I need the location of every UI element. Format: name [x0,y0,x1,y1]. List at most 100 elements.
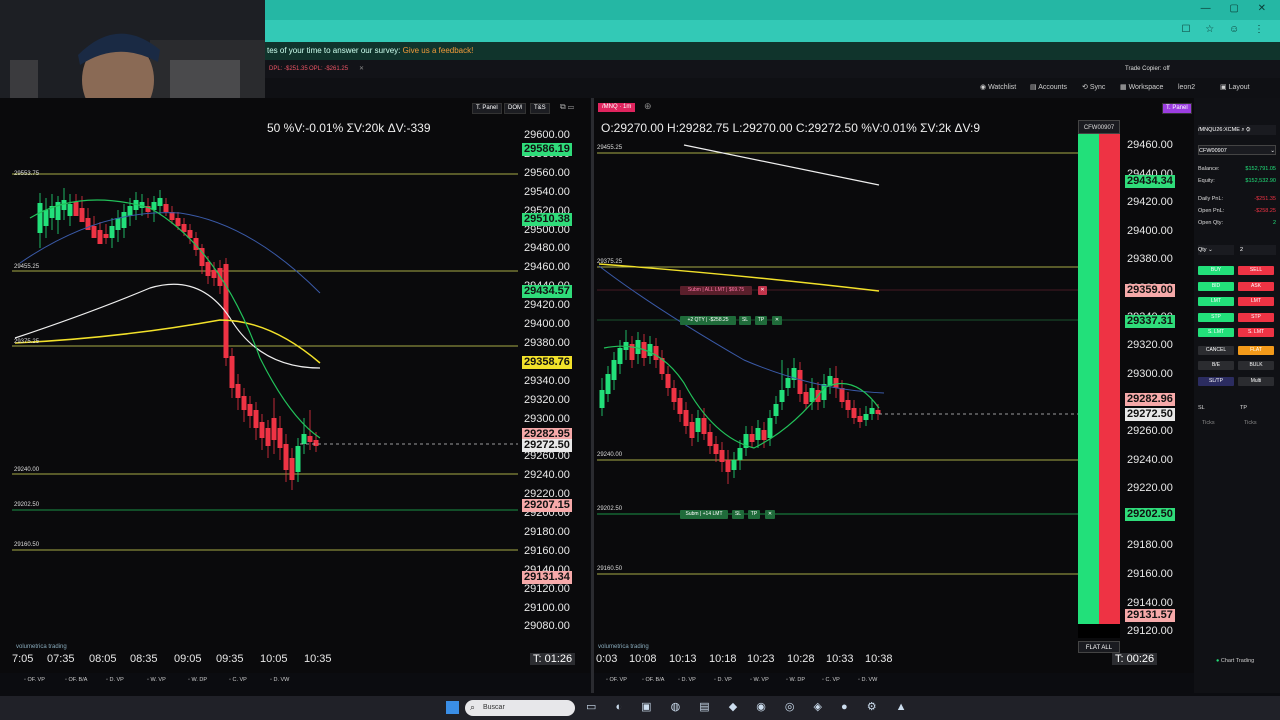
right-label-p5: 29272.50 [1125,408,1175,421]
left-price-chart[interactable] [0,98,590,673]
left-time-tick: 7:05 [12,653,34,665]
nav-sync[interactable]: ⟲ Sync [1082,78,1105,98]
nav-workspace[interactable]: ▦ Workspace [1120,78,1163,98]
trade-button-lmt[interactable]: LMT [1198,297,1234,306]
trade-button-buy[interactable]: BUY [1198,266,1234,275]
trade-button-stp[interactable]: STP [1198,312,1234,322]
right-indicator-toggle[interactable]: ◦ D. VP [678,677,696,683]
right-indicator-toggle[interactable]: ◦ W. VP [750,677,769,683]
qty-input[interactable]: 2 [1240,245,1276,255]
trade-button-ask[interactable]: ASK [1238,281,1274,291]
trade-button-sl-tp[interactable]: SL/TP [1198,376,1234,386]
account-selector[interactable]: CFW00907 [1078,120,1120,134]
right-indicator-toggle[interactable]: ◦ D. VP [714,677,732,683]
chart-trading-label: Chart Trading [1220,658,1255,664]
right-indicator-toggle[interactable]: ◦ W. DP [786,677,805,683]
balance-label: Balance: [1198,166,1220,172]
browser-toolbar-icons[interactable]: ☐ ☆ ☺ ⋮ [1182,24,1270,35]
trade-button-s-lmt[interactable]: S. LMT [1238,328,1274,337]
left-label-p1: 29586.19 [522,143,572,156]
right-indicator-toggle[interactable]: ◦ OF. B/A [642,677,664,683]
left-label-p2: 29510.38 [522,213,572,226]
close-x-icon[interactable]: ✕ [359,60,364,78]
position-close-icon[interactable]: ✕ [772,316,782,325]
nav-layout[interactable]: ▣ Layout [1220,78,1250,98]
left-label-p4: 29358.76 [522,356,572,369]
nav-user[interactable]: leon2 [1178,78,1195,98]
sl-ticks-label[interactable]: Ticks [1202,420,1215,426]
left-candle-body [277,428,283,448]
left-candle-body [103,234,109,238]
taskbar-apps-icons[interactable]: ▭ ◐ ▣ ◍ ▤ ◆ ◉ ◎ ◈ ● ⚙ ▲ [586,700,915,713]
left-indicator-toggle[interactable]: ◦ W. DP [188,677,207,683]
left-indicator-toggle[interactable]: ◦ OF. B/A [65,677,87,683]
survey-feedback-link[interactable]: Give us a feedback! [403,46,474,55]
order-tag-buy-limit[interactable]: Subm | +14 LMT [680,510,728,519]
buy-limit-tp-button[interactable]: TP [748,510,760,519]
left-candle-body [205,262,211,276]
open-pnl-value: -$258.25 [1254,208,1276,214]
right-time-tick: 10:33 [826,653,854,665]
position-tag[interactable]: +2 QTY | -$258.25 [680,316,736,325]
open-qty-value: 2 [1272,220,1276,226]
position-tp-button[interactable]: TP [755,316,767,325]
trade-copier-status[interactable]: Trade Copier: off [1125,60,1170,78]
right-indicator-toggle[interactable]: ◦ OF. VP [606,677,627,683]
address-bar[interactable] [265,20,1280,42]
right-label-p1: 29434.34 [1125,175,1175,188]
right-candle-body [647,344,653,356]
buy-limit-sl-button[interactable]: SL [732,510,744,519]
trade-button-bulk[interactable]: BULK [1238,361,1274,370]
trade-button-s-lmt[interactable]: S. LMT [1198,328,1234,337]
right-price-chart[interactable] [594,98,1078,673]
trade-button-cancel[interactable]: CANCEL [1198,345,1234,355]
left-candle-body [283,444,289,470]
survey-text: tes of your time to answer our survey: [267,46,401,55]
position-sl-button[interactable]: SL [739,316,751,325]
trade-button-flat[interactable]: FLAT [1238,345,1274,355]
right-axis-tick: 29460.00 [1127,139,1173,151]
right-candle-body [611,360,617,380]
order-tag-limit[interactable]: Subm | ALL LMT | $69.75 [680,286,752,295]
right-time-tick: 10:18 [709,653,737,665]
left-indicator-toggle[interactable]: ◦ OF. VP [24,677,45,683]
taskbar-search-input[interactable]: Buscar [465,700,575,716]
flat-all-button[interactable]: FLAT ALL [1078,641,1120,653]
trade-button-multi[interactable]: Multi [1238,376,1274,386]
order-tag-cancel-icon[interactable]: ✕ [758,286,767,295]
right-indicator-toggle[interactable]: ◦ C. VP [822,677,840,683]
right-candle-body [755,428,761,440]
nav-accounts[interactable]: ▤ Accounts [1030,78,1067,98]
left-time-tick: 07:35 [47,653,75,665]
trade-symbol-field[interactable]: /MNQU26:XCME ⌕ ⚙ [1198,125,1276,135]
trade-button-stp[interactable]: STP [1238,312,1274,322]
nav-accounts-label: Accounts [1038,84,1067,91]
right-axis-tick: 29260.00 [1127,425,1173,437]
right-indicator-toggle[interactable]: ◦ D. VW [858,677,877,683]
chart-trading-toggle[interactable]: ● Chart Trading [1216,658,1254,664]
right-candle-body [737,448,743,460]
right-candle-body [749,434,755,442]
trade-button-b-e[interactable]: B/E [1198,361,1234,370]
trade-account-select[interactable]: CFW00907 ⌄ [1198,145,1276,155]
trade-button-bid[interactable]: BID [1198,281,1234,291]
window-controls[interactable]: — ▢ ✕ [1201,3,1274,14]
left-candle-body [295,446,301,472]
nav-watchlist[interactable]: ◉ Watchlist [980,78,1016,98]
trade-button-sell[interactable]: SELL [1238,266,1274,275]
trade-button-lmt[interactable]: LMT [1238,297,1274,306]
right-candle-body [797,370,803,394]
right-level-l2: 29375.25 [597,259,623,265]
left-indicator-toggle[interactable]: ◦ D. VW [270,677,289,683]
right-candle-body [635,340,641,354]
buy-limit-close-icon[interactable]: ✕ [765,510,775,519]
dom-strip[interactable]: CFW00907 [1078,120,1120,640]
tp-ticks-label[interactable]: Ticks [1244,420,1257,426]
left-indicator-toggle[interactable]: ◦ D. VP [106,677,124,683]
windows-start-icon[interactable] [446,701,459,714]
qty-select[interactable]: Qty ⌄ [1198,245,1234,255]
right-candle-body [671,388,677,402]
left-indicator-toggle[interactable]: ◦ W. VP [147,677,166,683]
right-tpanel-button[interactable]: T. Panel [1162,103,1192,114]
left-indicator-toggle[interactable]: ◦ C. VP [229,677,247,683]
